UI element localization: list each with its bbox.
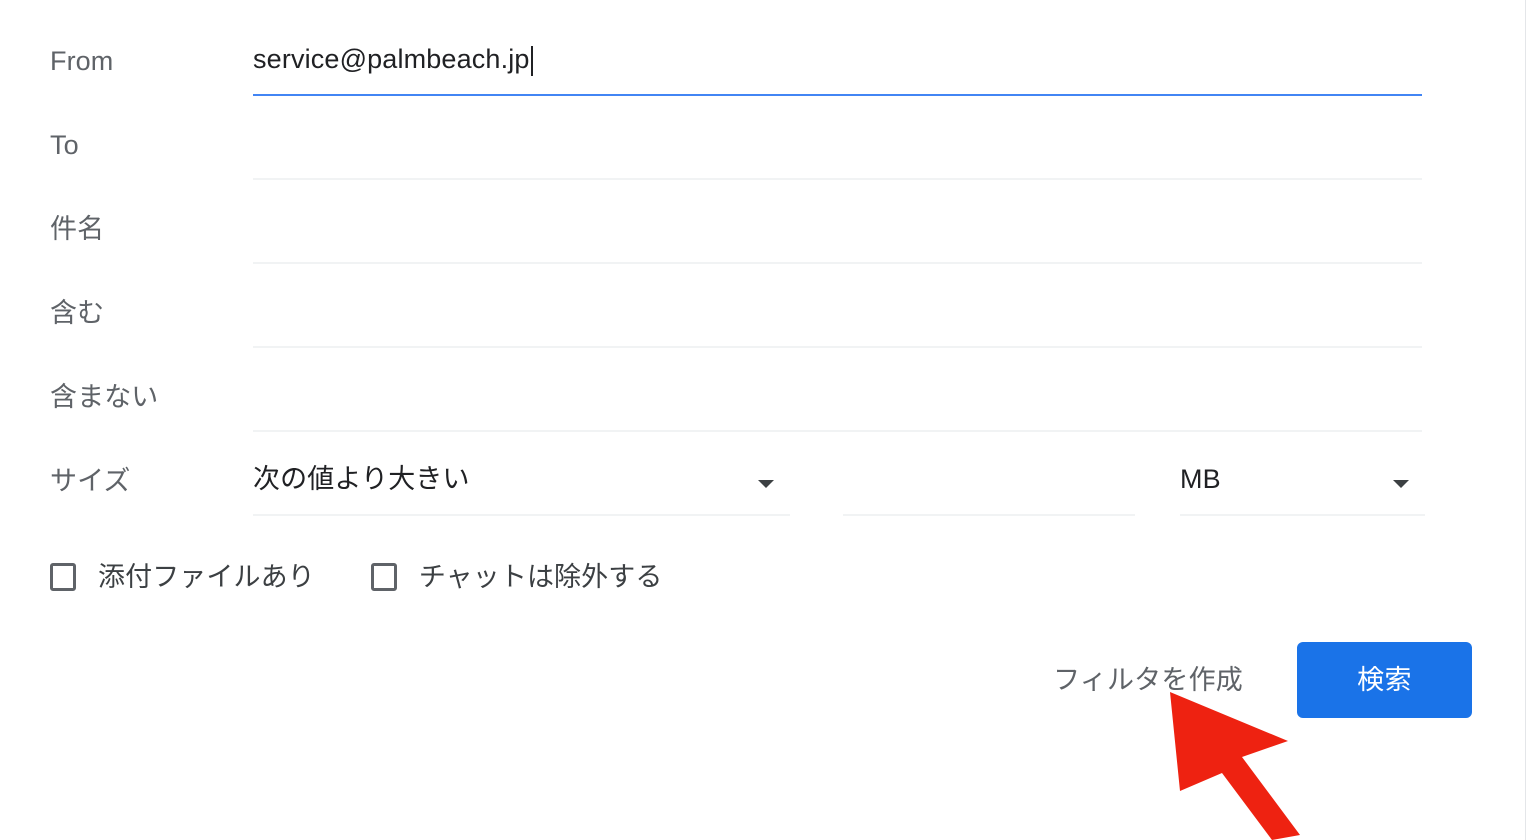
- field-label-size: サイズ: [50, 466, 131, 496]
- checkbox-icon[interactable]: [50, 563, 76, 591]
- text-caret: [530, 46, 533, 76]
- search-button[interactable]: 検索: [1297, 642, 1472, 718]
- field-label-has-words: 含む: [50, 298, 105, 328]
- size-operator-select[interactable]: 次の値より大きい: [253, 464, 790, 516]
- search-field-row-size: サイズ 次の値より大きい MB: [0, 464, 1526, 524]
- field-label-to: To: [50, 130, 79, 160]
- from-input[interactable]: service@palmbeach.jp: [253, 44, 1422, 96]
- to-input[interactable]: [253, 128, 1422, 180]
- size-unit-value: MB: [1180, 464, 1221, 494]
- search-actions-row: フィルタを作成 検索: [0, 640, 1526, 720]
- checkbox-icon[interactable]: [370, 563, 397, 591]
- size-unit-select[interactable]: MB: [1180, 464, 1425, 516]
- checkbox-label-has-attachment: 添付ファイルあり: [98, 562, 315, 592]
- checkbox-exclude-chats[interactable]: チャットは除外する: [370, 560, 663, 594]
- from-input-value: service@palmbeach.jp: [253, 44, 530, 74]
- chevron-down-icon: [1393, 480, 1409, 488]
- size-value-input[interactable]: [843, 464, 1135, 516]
- search-options-row: 添付ファイルあり チャットは除外する: [0, 552, 1526, 602]
- size-operator-value: 次の値より大きい: [253, 464, 470, 494]
- checkbox-has-attachment[interactable]: 添付ファイルあり: [50, 560, 315, 594]
- field-label-from: From: [50, 46, 114, 76]
- field-label-subject: 件名: [50, 214, 105, 244]
- advanced-search-panel: From service@palmbeach.jp To 件名 含む 含まない …: [0, 0, 1526, 840]
- checkbox-label-exclude-chats: チャットは除外する: [418, 562, 663, 592]
- chevron-down-icon: [758, 480, 774, 488]
- search-field-row-doesnt-have: 含まない: [0, 380, 1526, 440]
- create-filter-button[interactable]: フィルタを作成: [1039, 653, 1257, 707]
- doesnt-have-input[interactable]: [253, 380, 1422, 432]
- search-field-row-subject: 件名: [0, 212, 1526, 272]
- field-label-doesnt-have: 含まない: [50, 382, 159, 412]
- search-field-row-from: From service@palmbeach.jp: [0, 44, 1526, 104]
- size-controls: 次の値より大きい MB: [253, 464, 1425, 516]
- search-field-row-has-words: 含む: [0, 296, 1526, 356]
- subject-input[interactable]: [253, 212, 1422, 264]
- search-field-row-to: To: [0, 128, 1526, 188]
- has-words-input[interactable]: [253, 296, 1422, 348]
